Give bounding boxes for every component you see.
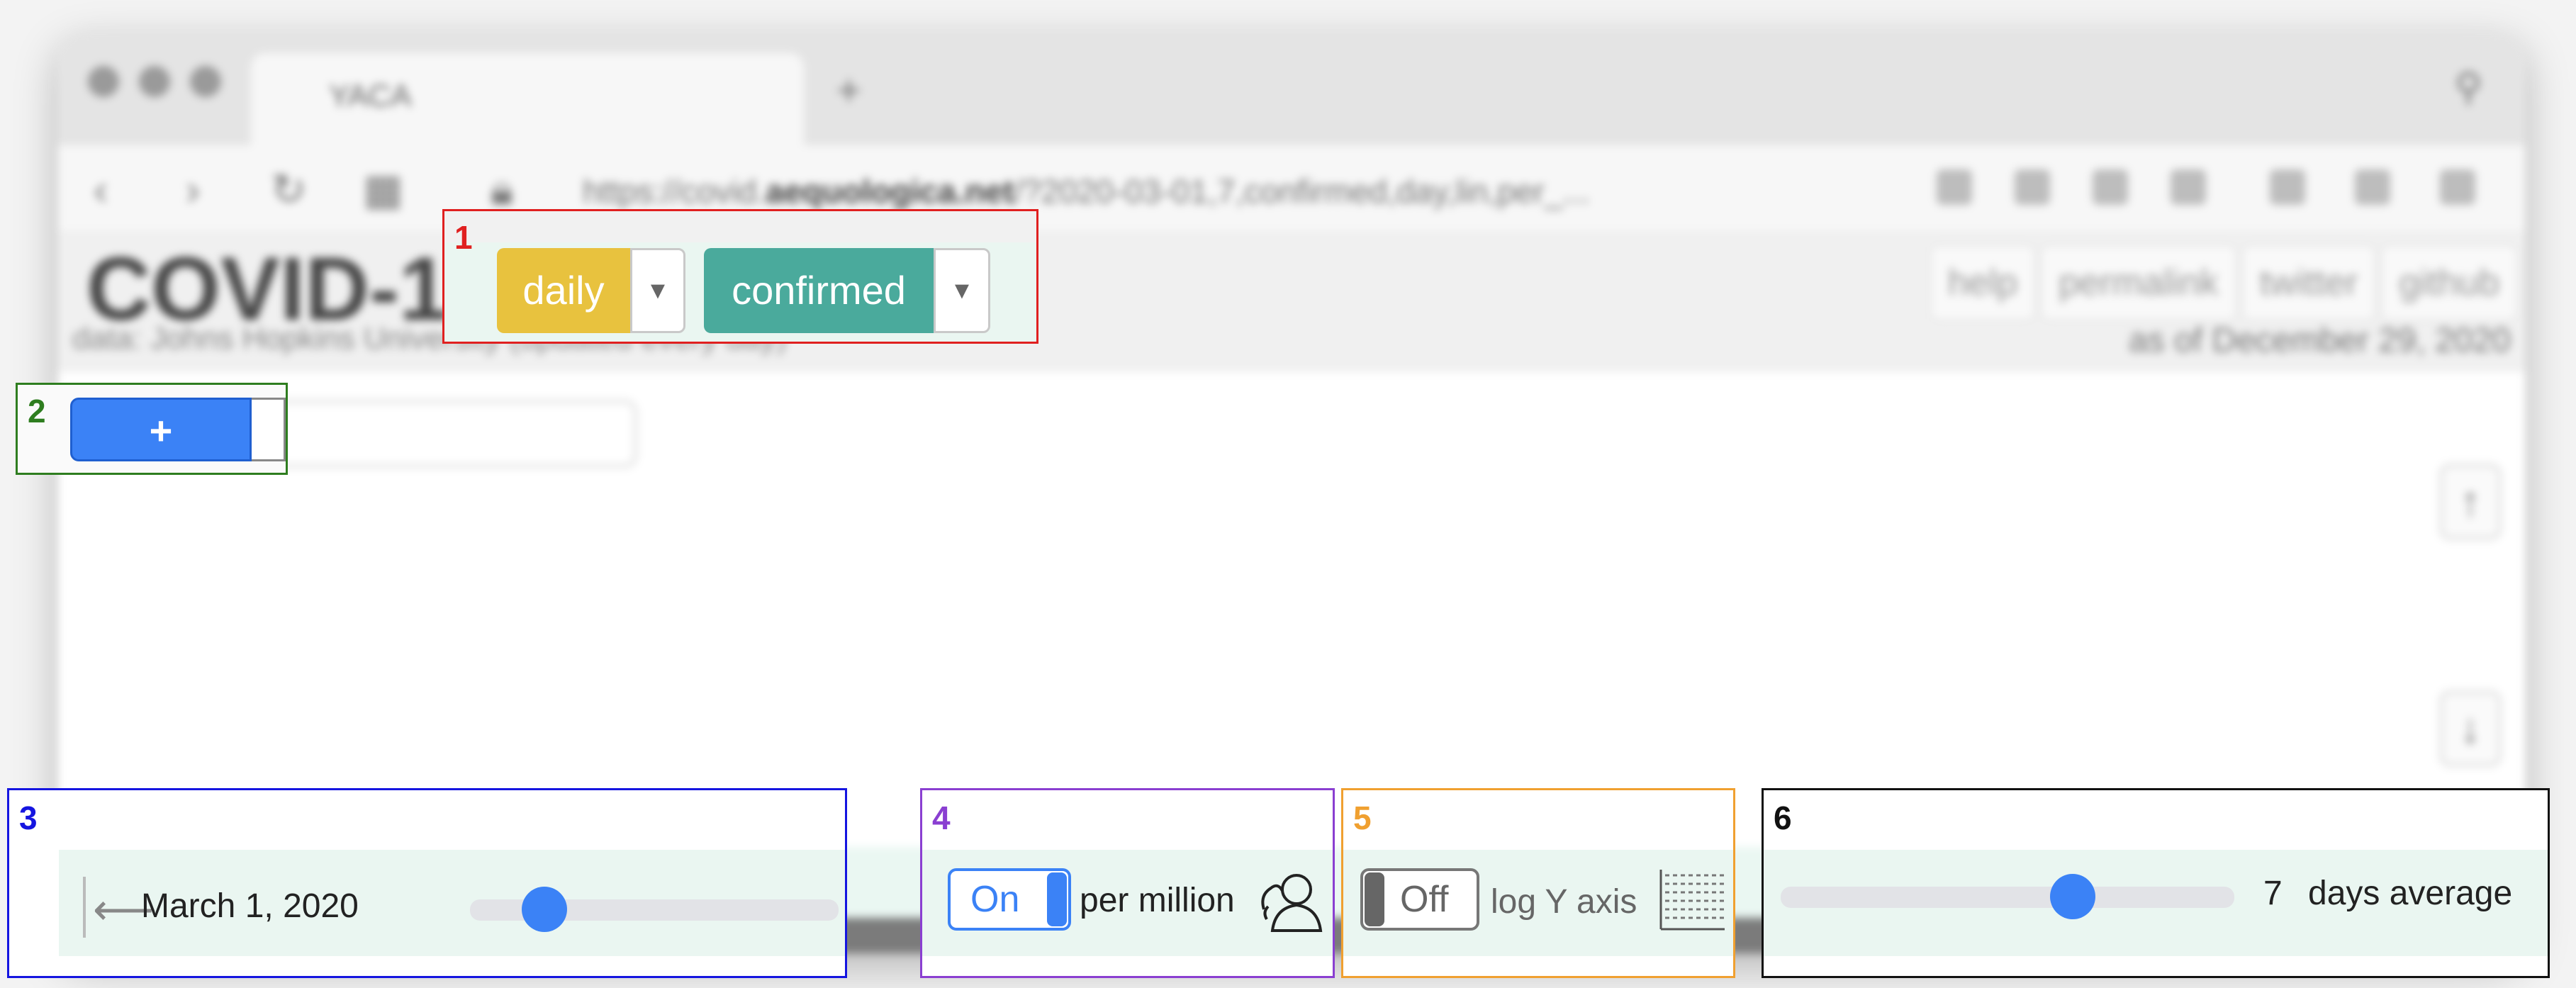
per-million-label: per million (1080, 882, 1235, 919)
per-million-toggle[interactable]: On (948, 868, 1071, 931)
toolbar-icon-2[interactable] (2015, 169, 2050, 205)
twitter-button[interactable]: twitter (2241, 245, 2377, 321)
help-button[interactable]: help (1929, 245, 2037, 321)
toolbar-icon-1[interactable] (1937, 169, 1972, 205)
toolbar-icon-3[interactable] (2093, 169, 2128, 205)
start-date-slider[interactable] (470, 881, 839, 938)
toggle-state-label: On (970, 879, 1020, 920)
log-y-axis-toggle[interactable]: Off (1360, 868, 1479, 931)
new-tab-icon[interactable]: + (836, 66, 861, 115)
period-dropdown-value[interactable]: daily (497, 248, 630, 333)
callout-number-5: 5 (1353, 799, 1372, 836)
permalink-button[interactable]: permalink (2040, 245, 2237, 321)
toolbar-icon-4[interactable] (2171, 169, 2206, 205)
population-icon (1261, 874, 1323, 932)
toggle-knob (1365, 872, 1384, 926)
log-scale-icon (1659, 870, 1725, 931)
days-average-value: 7 (2263, 875, 2283, 912)
callout-number-4: 4 (932, 799, 951, 836)
browser-tab[interactable]: YACA (251, 53, 804, 145)
as-of-date: as of December 29, 2020 (2129, 322, 2511, 359)
tab-title: YACA (329, 79, 412, 113)
back-icon[interactable]: ‹ (94, 165, 108, 214)
menu-icon[interactable] (2440, 169, 2475, 205)
callout-box-2: 2 + (16, 383, 288, 475)
toggle-state-label: Off (1400, 879, 1449, 920)
callout-box-5: 5 Off log Y axis (1341, 788, 1735, 978)
slider-track[interactable] (1781, 887, 2234, 908)
url-text[interactable]: https://covid.aequologica.net/?2020-03-0… (583, 172, 1590, 210)
toolbar-icon-5[interactable] (2270, 169, 2305, 205)
header-button-group: help permalink twitter github (1929, 245, 2518, 321)
tab-bar: YACA + ⚲ (58, 32, 2525, 145)
minimize-window-dot[interactable] (139, 66, 170, 97)
start-date-divider (83, 877, 86, 938)
log-y-axis-label: log Y axis (1491, 883, 1637, 921)
callout-box-1: 1 daily ▼ confirmed ▼ (442, 209, 1038, 344)
days-average-label: days average (2308, 875, 2513, 912)
toggle-knob (1047, 872, 1067, 926)
grid-icon[interactable]: ▦ (363, 165, 403, 215)
app-header: COVID-19 data: Johns Hopkins University … (58, 230, 2525, 372)
start-date-label: March 1, 2020 (141, 887, 359, 925)
github-button[interactable]: github (2380, 245, 2518, 321)
metric-dropdown-value[interactable]: confirmed (704, 248, 934, 333)
address-bar: ‹ › ↻ ▦ 🔒︎ https://covid.aequologica.net… (58, 145, 2525, 232)
lock-icon: 🔒︎ (491, 166, 513, 213)
close-window-dot[interactable] (88, 66, 119, 97)
callout-number-6: 6 (1774, 799, 1792, 836)
download-icon[interactable] (2355, 169, 2390, 205)
pin-top-button[interactable]: ↑ (2440, 464, 2501, 539)
search-icon[interactable]: ⚲ (2454, 64, 2482, 109)
forward-icon[interactable]: › (186, 165, 200, 214)
add-country-button[interactable]: + (70, 398, 252, 461)
days-average-slider[interactable] (1781, 868, 2234, 925)
callout-number-3: 3 (19, 799, 38, 836)
chevron-down-icon[interactable]: ▼ (934, 248, 990, 333)
chevron-down-icon[interactable]: ▼ (630, 248, 685, 333)
callout-number-2: 2 (28, 393, 46, 430)
reload-icon[interactable]: ↻ (271, 165, 306, 215)
add-country-dropdown-toggle[interactable] (252, 398, 286, 461)
slider-thumb[interactable] (522, 887, 567, 932)
pin-bottom-button[interactable]: ↓ (2440, 691, 2501, 766)
callout-box-6: 6 7 days average (1762, 788, 2550, 978)
callout-box-4: 4 On per million (920, 788, 1335, 978)
callout-box-3: 3 ⟵ March 1, 2020 (7, 788, 847, 978)
slider-thumb[interactable] (2050, 874, 2095, 919)
callout-number-1: 1 (454, 219, 473, 256)
zoom-window-dot[interactable] (190, 66, 221, 97)
